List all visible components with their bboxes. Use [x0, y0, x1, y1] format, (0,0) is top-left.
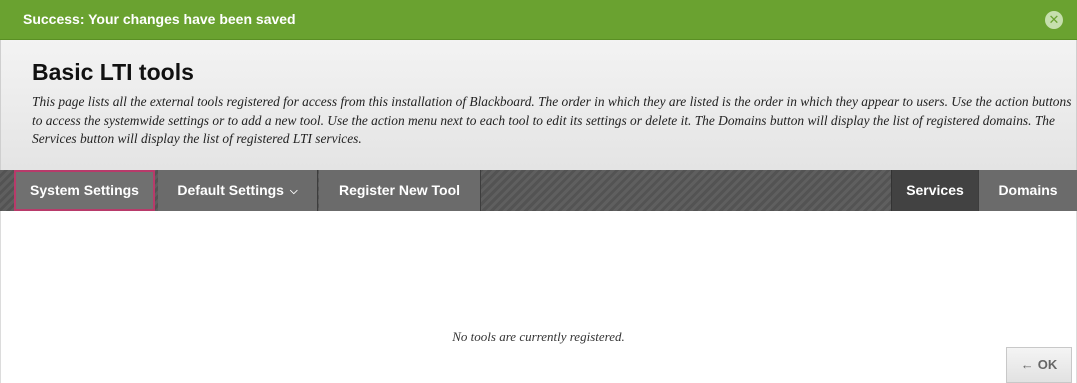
domains-label: Domains — [998, 182, 1058, 198]
domains-button[interactable]: Domains — [979, 170, 1077, 211]
default-settings-label: Default Settings — [177, 182, 284, 198]
services-label: Services — [906, 182, 964, 198]
system-settings-button[interactable]: System Settings — [14, 170, 155, 211]
main-content: No tools are currently registered. ← OK — [0, 211, 1077, 383]
success-banner: Success: Your changes have been saved ✕ — [0, 0, 1077, 40]
register-new-tool-button[interactable]: Register New Tool — [319, 170, 481, 211]
ok-button[interactable]: ← OK — [1006, 347, 1072, 383]
chevron-down-icon: ⌵ — [289, 186, 298, 197]
services-button[interactable]: Services — [891, 170, 979, 211]
empty-state-message: No tools are currently registered. — [452, 329, 625, 344]
ok-label: OK — [1037, 357, 1058, 372]
success-message: Success: Your changes have been saved — [23, 11, 296, 27]
page-header: Basic LTI tools This page lists all the … — [0, 40, 1077, 170]
action-bar: System Settings Default Settings ⌵ Regist… — [0, 170, 1077, 211]
arrow-left-icon: ← — [1020, 357, 1034, 372]
system-settings-label: System Settings — [30, 182, 139, 198]
close-icon[interactable]: ✕ — [1045, 11, 1063, 29]
page-title: Basic LTI tools — [32, 59, 194, 85]
default-settings-button[interactable]: Default Settings ⌵ — [158, 170, 318, 211]
page-description: This page lists all the external tools r… — [32, 94, 1072, 146]
register-new-tool-label: Register New Tool — [338, 182, 461, 198]
